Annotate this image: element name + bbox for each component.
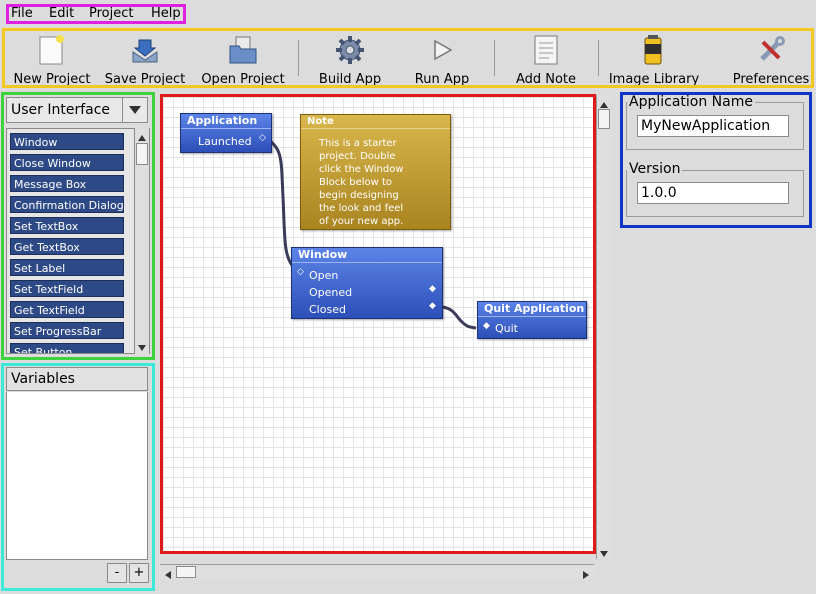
palette-highlight-box bbox=[1, 92, 155, 360]
scroll-right-arrow-icon[interactable] bbox=[580, 566, 592, 579]
canvas-hscroll-thumb[interactable] bbox=[176, 566, 196, 578]
toolbar-highlight-box bbox=[2, 28, 814, 88]
canvas-horizontal-scrollbar[interactable] bbox=[160, 564, 594, 579]
canvas-vscroll-thumb[interactable] bbox=[598, 109, 610, 129]
scroll-left-arrow-icon[interactable] bbox=[162, 566, 174, 579]
canvas-highlight-box bbox=[160, 94, 596, 554]
scroll-up-arrow-icon[interactable] bbox=[598, 96, 610, 108]
menu-highlight-box bbox=[6, 4, 186, 24]
variables-highlight-box bbox=[1, 363, 155, 591]
canvas-vertical-scrollbar[interactable] bbox=[596, 95, 611, 559]
properties-highlight-box bbox=[620, 92, 812, 228]
scroll-down-arrow-icon[interactable] bbox=[598, 545, 610, 557]
